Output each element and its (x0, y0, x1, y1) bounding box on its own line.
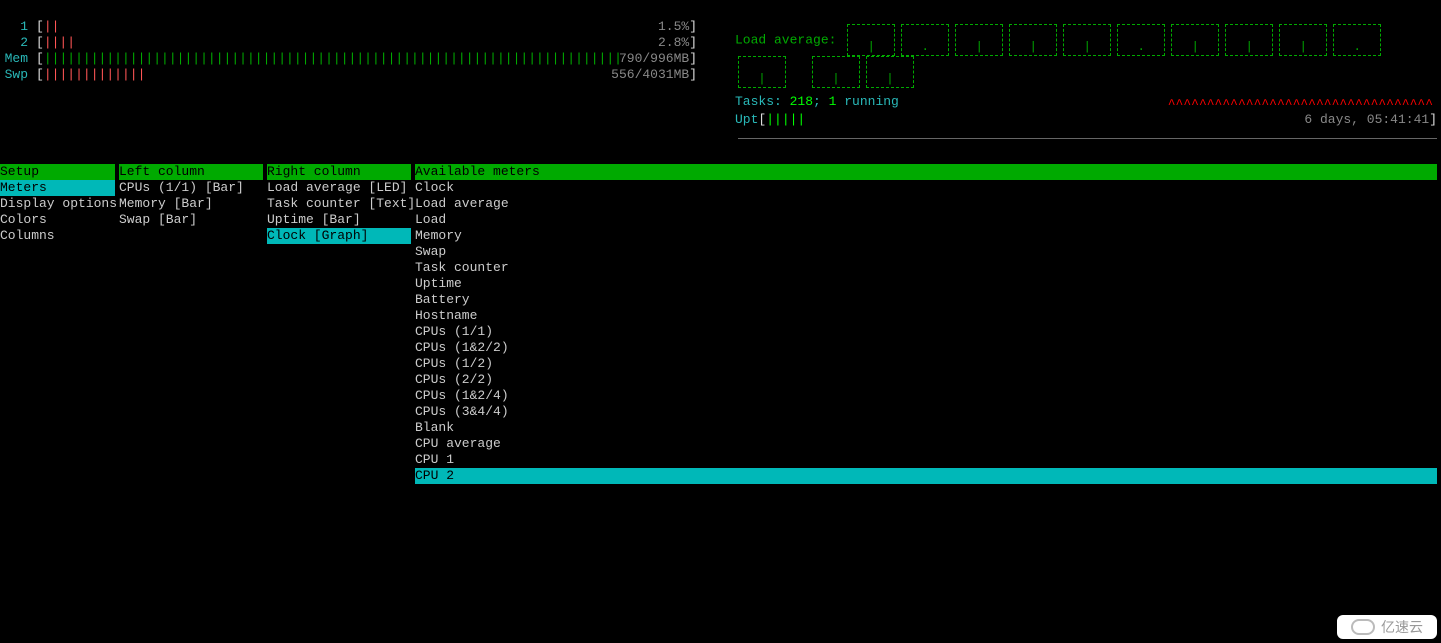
swp-label: Swp (2, 67, 28, 83)
left-item[interactable]: Swap [Bar] (119, 212, 263, 228)
setup-header: Setup (0, 164, 115, 180)
available-meters-column: Available meters ClockLoad averageLoadMe… (415, 164, 1437, 484)
mem-value: 790/996MB (619, 51, 689, 66)
mem-bar: ||||||||||||||||||||||||||||||||||||||||… (44, 51, 619, 67)
cpu2-label: 2 (2, 35, 28, 51)
setup-item[interactable]: Meters (0, 180, 115, 196)
tasks-count: 218 (790, 94, 813, 109)
avail-item[interactable]: CPU average (415, 436, 1437, 452)
avail-item[interactable]: Swap (415, 244, 1437, 260)
uptime-label: Upt (735, 112, 758, 128)
mem-meter: Mem [ ||||||||||||||||||||||||||||||||||… (2, 51, 697, 67)
avail-item[interactable]: Memory (415, 228, 1437, 244)
load-average-label: Load average: (735, 32, 836, 47)
setup-panel: Setup MetersDisplay optionsColorsColumns… (0, 164, 1441, 484)
avail-item[interactable]: Load average (415, 196, 1437, 212)
left-item[interactable]: CPUs (1/1) [Bar] (119, 180, 263, 196)
cpu2-meter: 2 [ |||| 2.8%] (2, 35, 697, 51)
avail-item[interactable]: CPU 2 (415, 468, 1437, 484)
right-column: Right column Load average [LED]Task coun… (267, 164, 411, 244)
avail-item[interactable]: Battery (415, 292, 1437, 308)
avail-item[interactable]: CPUs (1/2) (415, 356, 1437, 372)
left-header: Left column (119, 164, 263, 180)
uptime-value: 6 days, 05:41:41 (1304, 112, 1429, 127)
setup-column: Setup MetersDisplay optionsColorsColumns (0, 164, 115, 244)
red-warning-bar: ^^^^^^^^^^^^^^^^^^^^^^^^^^^^^^^^^^ (1168, 97, 1433, 113)
cpu1-meter: 1 [ || 1.5%] (2, 19, 697, 35)
right-header: Right column (267, 164, 411, 180)
tasks-label: Tasks: (735, 94, 790, 109)
cpu1-label: 1 (2, 19, 28, 35)
avail-item[interactable]: Hostname (415, 308, 1437, 324)
avail-item[interactable]: CPU 1 (415, 452, 1437, 468)
avail-item[interactable]: Clock (415, 180, 1437, 196)
avail-item[interactable]: CPUs (2/2) (415, 372, 1437, 388)
setup-item[interactable]: Display options (0, 196, 115, 212)
avail-item[interactable]: CPUs (3&4/4) (415, 404, 1437, 420)
setup-item[interactable]: Columns (0, 228, 115, 244)
cpu2-bar: |||| (44, 35, 658, 51)
cpu1-bar: || (44, 19, 658, 35)
swp-value: 556/4031MB (611, 67, 689, 82)
left-item[interactable]: Memory [Bar] (119, 196, 263, 212)
setup-item[interactable]: Colors (0, 212, 115, 228)
uptime-row: Upt[||||| 6 days, 05:41:41] (735, 112, 1437, 128)
uptime-bar: ||||| (766, 112, 805, 128)
right-item[interactable]: Load average [LED] (267, 180, 411, 196)
cpu1-value: 1.5% (658, 19, 689, 34)
right-item[interactable]: Uptime [Bar] (267, 212, 411, 228)
avail-item[interactable]: CPUs (1/1) (415, 324, 1437, 340)
right-item[interactable]: Clock [Graph] (267, 228, 411, 244)
avail-item[interactable]: Load (415, 212, 1437, 228)
cpu2-value: 2.8% (658, 35, 689, 50)
left-column: Left column CPUs (1/1) [Bar]Memory [Bar]… (119, 164, 263, 228)
watermark: 亿速云 (1337, 615, 1437, 639)
divider (738, 138, 1437, 139)
load-average-row: Load average: |.|||.|||.||| (735, 24, 1437, 88)
available-header: Available meters (415, 164, 1437, 180)
avail-item[interactable]: Uptime (415, 276, 1437, 292)
avail-item[interactable]: Task counter (415, 260, 1437, 276)
swp-meter: Swp [ ||||||||||||| 556/4031MB] (2, 67, 697, 83)
swp-bar: ||||||||||||| (44, 67, 611, 83)
meters-panel: 1 [ || 1.5%] 2 [ |||| 2.8%] Mem [ ||||||… (2, 19, 697, 83)
cloud-icon (1351, 619, 1375, 635)
right-item[interactable]: Task counter [Text] (267, 196, 411, 212)
avail-item[interactable]: CPUs (1&2/4) (415, 388, 1437, 404)
avail-item[interactable]: Blank (415, 420, 1437, 436)
mem-label: Mem (2, 51, 28, 67)
avail-item[interactable]: CPUs (1&2/2) (415, 340, 1437, 356)
